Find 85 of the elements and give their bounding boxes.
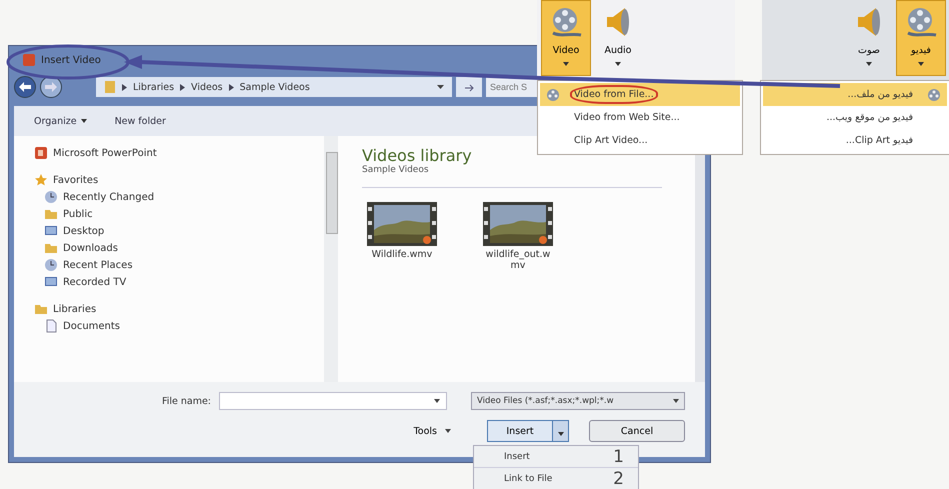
library-subtitle: Sample Videos bbox=[362, 165, 662, 188]
refresh-button[interactable] bbox=[456, 77, 482, 97]
menu-label: فيديو Clip Art... bbox=[846, 135, 913, 146]
file-name: wildlife_out.wmv bbox=[484, 249, 552, 271]
caret-icon bbox=[80, 119, 87, 123]
breadcrumb-item[interactable]: Sample Videos bbox=[240, 82, 310, 92]
breadcrumb-item[interactable]: Libraries bbox=[133, 82, 174, 92]
caret-icon bbox=[918, 62, 924, 66]
folder-icon bbox=[34, 302, 48, 316]
nav-item[interactable]: Recorded TV bbox=[34, 275, 324, 289]
dropdown-arrow-icon bbox=[437, 85, 444, 89]
nav-item[interactable]: Favorites bbox=[34, 173, 324, 187]
menu-item[interactable]: Clip Art Video... bbox=[540, 129, 740, 152]
app-icon bbox=[22, 53, 36, 67]
nav-item[interactable]: Microsoft PowerPoint bbox=[34, 146, 324, 160]
button-label: صوت bbox=[858, 45, 880, 56]
back-arrow-icon bbox=[19, 82, 31, 92]
menu-label: فيديو من ملف... bbox=[848, 89, 913, 100]
caret-icon bbox=[558, 432, 564, 436]
nav-item[interactable]: Libraries bbox=[34, 302, 324, 316]
menu-label: Clip Art Video... bbox=[574, 135, 648, 146]
menu-item[interactable]: Video from Web Site... bbox=[540, 106, 740, 129]
nav-item[interactable]: Recent Places bbox=[34, 258, 324, 272]
window-title: Insert Video bbox=[41, 54, 101, 66]
menu-label: فيديو من موقع ويب... bbox=[826, 112, 913, 123]
caret-icon bbox=[445, 429, 451, 433]
caret-icon bbox=[615, 62, 621, 66]
breadcrumb-item[interactable]: Videos bbox=[191, 82, 223, 92]
insert-button[interactable]: Insert bbox=[488, 421, 552, 441]
tools-button[interactable]: Tools bbox=[408, 424, 457, 438]
menu-item[interactable]: فيديو من موقع ويب... bbox=[763, 106, 947, 129]
folder-icon bbox=[104, 80, 116, 94]
menu-label: Video from Web Site... bbox=[574, 112, 680, 123]
menu-item[interactable]: Link to File 2 bbox=[474, 468, 638, 489]
menu-item[interactable]: فيديو من ملف... bbox=[763, 83, 947, 106]
library-title: Videos library bbox=[362, 146, 473, 165]
toolbar-button[interactable]: Organize bbox=[34, 116, 87, 126]
step-number: 1 bbox=[613, 446, 624, 466]
menu-item[interactable]: Video from File... bbox=[540, 83, 740, 106]
chevron-icon bbox=[180, 84, 186, 90]
chevron-icon bbox=[228, 84, 234, 90]
nav-item[interactable]: Downloads bbox=[34, 241, 324, 255]
button-label: فيديو bbox=[911, 45, 931, 56]
file-type-dropdown[interactable]: Video Files (*.asf;*.asx;*.wpl;*.w bbox=[471, 392, 685, 410]
scrollbar[interactable] bbox=[324, 136, 338, 382]
film-reel-icon bbox=[546, 88, 560, 102]
cancel-button[interactable]: Cancel bbox=[589, 420, 685, 442]
nav-item[interactable]: Desktop bbox=[34, 224, 324, 238]
file-item[interactable]: wildlife_out.wmv bbox=[478, 202, 558, 271]
ribbon-button[interactable]: صوت bbox=[844, 0, 894, 76]
monitor-icon bbox=[44, 275, 58, 289]
chevron-icon bbox=[122, 84, 127, 90]
ribbon-button[interactable]: فيديو bbox=[896, 0, 946, 76]
dropdown-arrow-icon bbox=[673, 399, 679, 403]
nav-item[interactable]: Documents bbox=[34, 319, 324, 333]
folder-icon bbox=[44, 207, 58, 221]
menu-item[interactable]: فيديو Clip Art... bbox=[763, 129, 947, 152]
menu-item[interactable]: Insert 1 bbox=[474, 446, 638, 468]
ribbon-button[interactable]: Audio bbox=[593, 0, 643, 76]
monitor-icon bbox=[44, 224, 58, 238]
address-bar[interactable]: Libraries Videos Sample Videos bbox=[96, 77, 452, 97]
clock-icon bbox=[44, 258, 58, 272]
file-name: Wildlife.wmv bbox=[370, 249, 434, 260]
file-name-field[interactable] bbox=[219, 392, 447, 410]
ribbon-button[interactable]: Video bbox=[541, 0, 591, 76]
film-reel-icon bbox=[927, 88, 941, 102]
dropdown-arrow-icon bbox=[434, 399, 440, 403]
star-icon bbox=[34, 173, 48, 187]
button-label: Audio bbox=[604, 45, 632, 56]
file-item[interactable]: Wildlife.wmv bbox=[362, 202, 442, 271]
file-name-label: File name: bbox=[162, 396, 211, 406]
back-button[interactable] bbox=[14, 76, 36, 98]
forward-arrow-icon bbox=[45, 82, 57, 92]
clock-icon bbox=[44, 190, 58, 204]
insert-dropdown-button[interactable] bbox=[552, 421, 568, 441]
caret-icon bbox=[866, 62, 872, 66]
nav-item[interactable]: Public bbox=[34, 207, 324, 221]
caret-icon bbox=[563, 62, 569, 66]
toolbar-button[interactable]: New folder bbox=[114, 116, 166, 126]
folder-icon bbox=[44, 241, 58, 255]
step-number: 2 bbox=[613, 468, 624, 488]
app-icon bbox=[34, 146, 48, 160]
button-label: Video bbox=[552, 45, 580, 56]
nav-item[interactable]: Recently Changed bbox=[34, 190, 324, 204]
document-icon bbox=[44, 319, 58, 333]
